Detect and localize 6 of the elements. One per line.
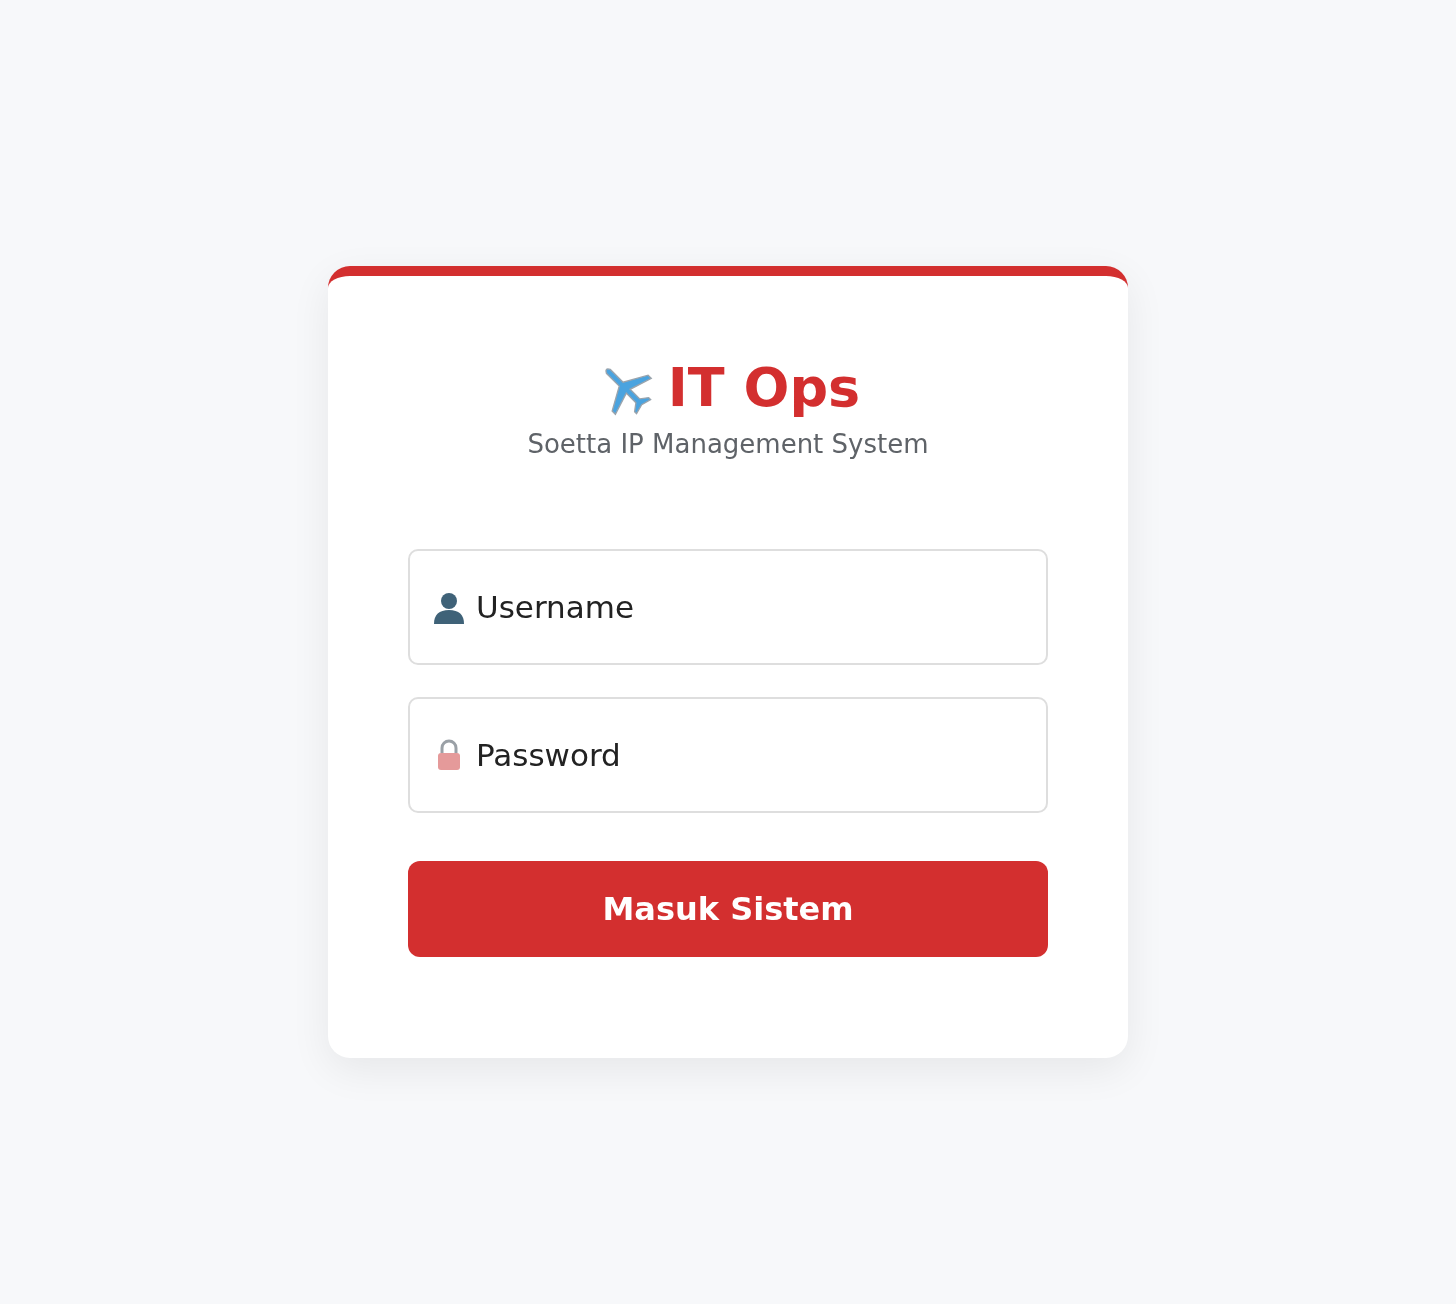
login-button[interactable]: Masuk Sistem — [408, 861, 1048, 958]
username-field[interactable]: Username — [408, 549, 1048, 666]
app-subtitle: Soetta IP Management System — [527, 429, 929, 460]
password-field[interactable]: Password — [408, 697, 1048, 814]
user-icon — [432, 590, 466, 625]
app-title: IT Ops — [667, 358, 861, 418]
